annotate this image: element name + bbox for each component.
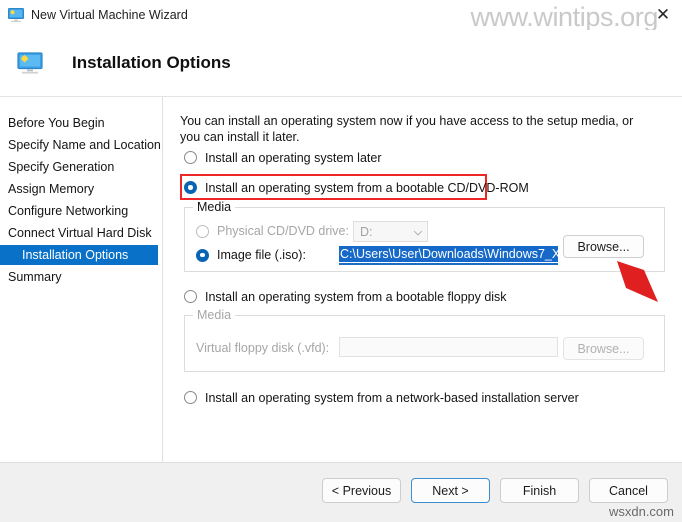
previous-button[interactable]: < Previous [322, 478, 401, 503]
media-groupbox-cd-title: Media [193, 200, 236, 214]
browse-virtual-floppy-button[interactable]: Browse... [563, 337, 644, 360]
option-install-from-floppy[interactable]: Install an operating system from a boota… [184, 287, 507, 306]
option-install-from-network-label: Install an operating system from a netwo… [205, 390, 579, 405]
wizard-body: Before You Begin Specify Name and Locati… [0, 97, 682, 462]
footer-button-group: < Previous Next > Finish Cancel [322, 478, 668, 503]
virtual-floppy-disk-input[interactable] [339, 337, 558, 357]
next-button[interactable]: Next > [411, 478, 490, 503]
sidebar-item-specify-name-and-location[interactable]: Specify Name and Location [0, 135, 162, 155]
option-install-from-cd-dvd[interactable]: Install an operating system from a boota… [184, 178, 529, 197]
radio-install-from-network-icon[interactable] [184, 391, 197, 404]
radio-install-from-cd-dvd-icon[interactable] [184, 181, 197, 194]
radio-install-from-floppy-icon[interactable] [184, 290, 197, 303]
virtual-machine-monitor-icon [17, 52, 43, 74]
physical-cd-dvd-drive-value: D: [360, 224, 373, 239]
virtual-machine-monitor-icon [8, 8, 24, 22]
image-file-row[interactable]: Image file (.iso): [196, 248, 306, 262]
wizard-header: Installation Options [0, 30, 682, 97]
title-bar: New Virtual Machine Wizard ✕ [0, 0, 682, 30]
intro-text: You can install an operating system now … [180, 114, 634, 144]
sidebar-item-connect-virtual-hard-disk[interactable]: Connect Virtual Hard Disk [0, 223, 162, 243]
physical-cd-dvd-drive-row[interactable]: Physical CD/DVD drive: [196, 224, 349, 238]
option-install-from-cd-dvd-label: Install an operating system from a boota… [205, 180, 529, 195]
physical-cd-dvd-drive-select[interactable]: D: [353, 221, 428, 242]
media-groupbox-floppy-title: Media [193, 308, 236, 322]
sidebar-item-assign-memory[interactable]: Assign Memory [0, 179, 162, 199]
image-file-label: Image file (.iso): [217, 248, 306, 262]
sidebar-item-configure-networking[interactable]: Configure Networking [0, 201, 162, 221]
sidebar-item-installation-options[interactable]: Installation Options [0, 245, 158, 265]
option-install-later-label: Install an operating system later [205, 150, 382, 165]
cancel-button[interactable]: Cancel [589, 478, 668, 503]
wizard-footer: < Previous Next > Finish Cancel [0, 462, 682, 522]
sidebar-item-specify-generation[interactable]: Specify Generation [0, 157, 162, 177]
radio-install-later-icon[interactable] [184, 151, 197, 164]
chevron-down-icon [413, 226, 423, 236]
option-install-from-network[interactable]: Install an operating system from a netwo… [184, 388, 579, 407]
browse-image-file-button[interactable]: Browse... [563, 235, 644, 258]
wizard-content: You can install an operating system now … [163, 97, 682, 462]
page-title: Installation Options [72, 53, 231, 72]
sidebar-item-summary[interactable]: Summary [0, 267, 162, 287]
wizard-steps-sidebar: Before You Begin Specify Name and Locati… [0, 97, 163, 462]
image-file-path-value: C:\Users\User\Downloads\Windows7_X64.iso [339, 246, 558, 262]
radio-physical-cd-dvd-icon[interactable] [196, 224, 209, 238]
sidebar-item-before-you-begin[interactable]: Before You Begin [0, 113, 162, 133]
radio-image-file-icon[interactable] [196, 248, 209, 262]
image-file-path-input[interactable]: C:\Users\User\Downloads\Windows7_X64.iso [339, 245, 558, 265]
window-title: New Virtual Machine Wizard [31, 8, 188, 22]
finish-button[interactable]: Finish [500, 478, 579, 503]
close-icon[interactable]: ✕ [648, 2, 678, 26]
physical-cd-dvd-drive-label: Physical CD/DVD drive: [217, 224, 349, 238]
option-install-later[interactable]: Install an operating system later [184, 148, 381, 167]
virtual-floppy-disk-label: Virtual floppy disk (.vfd): [196, 341, 330, 355]
option-install-from-floppy-label: Install an operating system from a boota… [205, 289, 507, 304]
virtual-floppy-disk-row: Virtual floppy disk (.vfd): [196, 341, 329, 355]
